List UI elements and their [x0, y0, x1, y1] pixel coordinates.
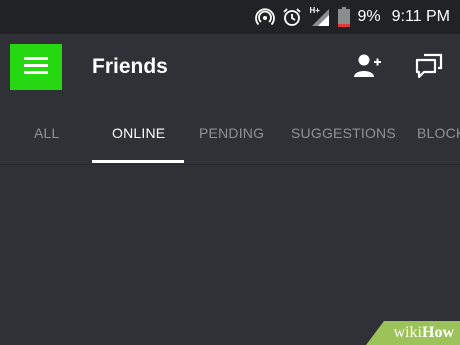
- watermark-wiki: wiki: [393, 324, 422, 341]
- tab-blocked[interactable]: BLOCKED: [417, 125, 460, 141]
- active-tab-indicator: [92, 160, 184, 163]
- menu-button[interactable]: [10, 44, 62, 90]
- app-header: Friends: [0, 34, 460, 101]
- status-bar: H+ 9% 9:11 PM: [0, 0, 460, 34]
- clock-time: 9:11 PM: [391, 8, 450, 25]
- page-title: Friends: [92, 55, 168, 78]
- friends-tabs: ALL ONLINE PENDING SUGGESTIONS BLOCKED: [0, 101, 460, 165]
- tab-all[interactable]: ALL: [34, 125, 60, 141]
- hamburger-menu-icon: [24, 55, 48, 80]
- add-friend-icon: [352, 54, 382, 85]
- new-message-icon: [414, 53, 444, 85]
- tab-pending[interactable]: PENDING: [199, 125, 264, 141]
- new-message-button[interactable]: [414, 51, 444, 86]
- hotspot-icon: [255, 7, 276, 27]
- battery-percent: 9%: [357, 8, 381, 25]
- signal-icon: H+: [309, 7, 331, 27]
- battery-icon: [338, 7, 351, 27]
- tab-online[interactable]: ONLINE: [112, 125, 165, 141]
- add-friend-button[interactable]: [352, 51, 382, 86]
- alarm-icon: [282, 7, 302, 27]
- watermark-how: How: [422, 324, 454, 341]
- tab-suggestions[interactable]: SUGGESTIONS: [291, 125, 396, 141]
- status-icons: H+ 9% 9:11 PM: [255, 0, 450, 34]
- friends-list-area: [0, 165, 460, 345]
